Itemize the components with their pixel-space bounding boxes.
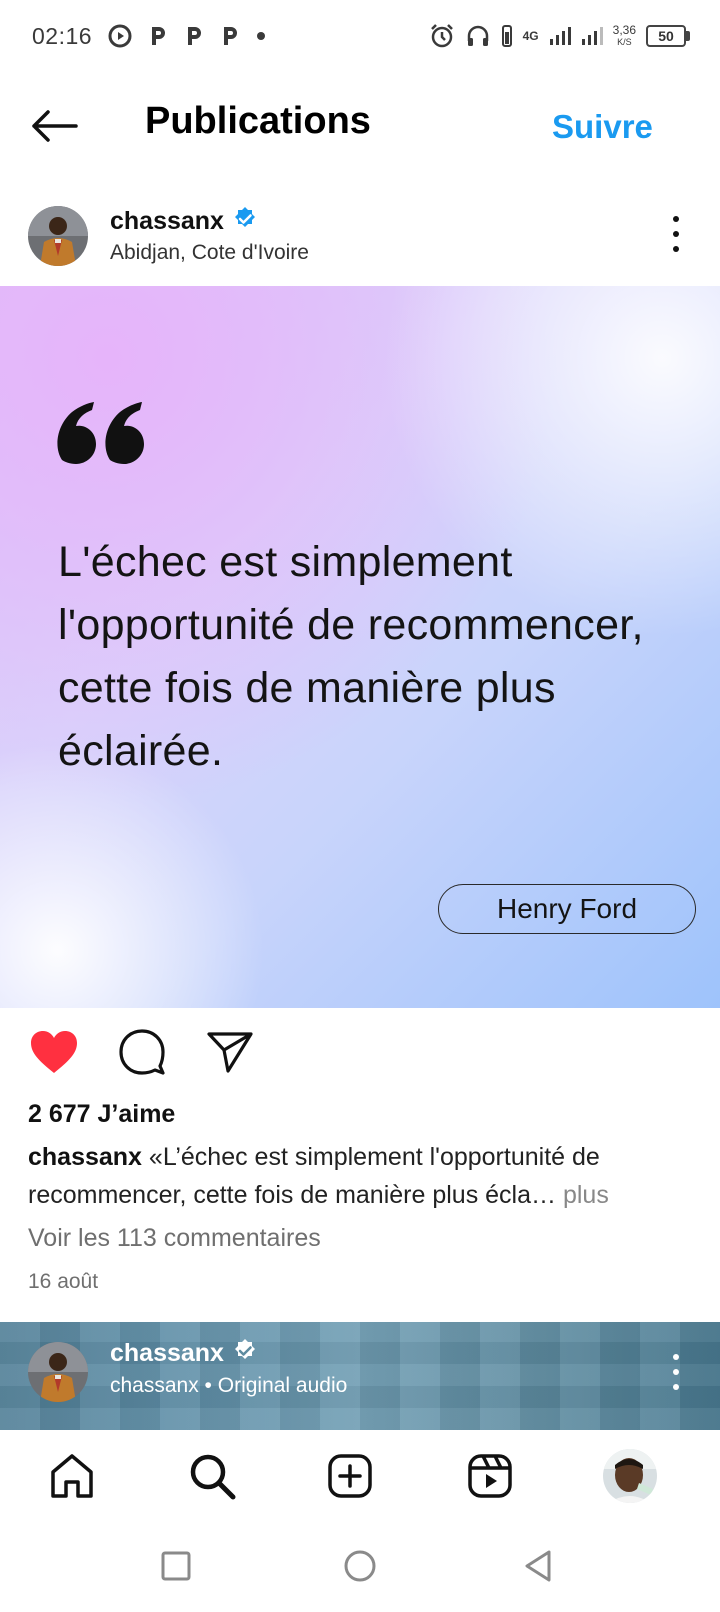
caption-more-link[interactable]: plus bbox=[563, 1181, 609, 1209]
send-icon bbox=[207, 1032, 253, 1073]
p-app-icon bbox=[148, 25, 168, 47]
recents-button[interactable] bbox=[156, 1546, 196, 1586]
status-right: 4G 3,36 K/S 50 bbox=[429, 23, 690, 49]
post-actions bbox=[0, 1026, 720, 1086]
follow-button[interactable]: Suivre bbox=[552, 108, 653, 146]
nav-home[interactable] bbox=[44, 1448, 100, 1504]
p-app-icon bbox=[220, 25, 240, 47]
post-header: chassanx Abidjan, Cote d'Ivoire bbox=[0, 196, 720, 286]
view-comments-link[interactable]: Voir les 113 commentaires bbox=[28, 1224, 321, 1253]
arrow-left-icon bbox=[32, 110, 78, 142]
caption-username[interactable]: chassanx bbox=[28, 1143, 142, 1171]
status-bar: 02:16 4G 3,36 K/S 50 bbox=[0, 0, 720, 72]
signal-icon bbox=[581, 26, 603, 46]
dot-icon bbox=[256, 31, 266, 41]
post-image[interactable]: L'échec est simplement l'opportunité de … bbox=[0, 286, 720, 1008]
app-header: Publications Suivre bbox=[0, 72, 720, 182]
headphones-icon bbox=[465, 23, 491, 49]
search-icon bbox=[190, 1454, 236, 1500]
page-title: Publications bbox=[145, 100, 371, 142]
battery-level: 50 bbox=[646, 25, 686, 47]
recents-square-icon bbox=[161, 1551, 191, 1581]
nav-reels[interactable] bbox=[462, 1448, 518, 1504]
speed-unit: K/S bbox=[617, 37, 632, 47]
back-button[interactable] bbox=[30, 106, 82, 146]
signal-icon bbox=[549, 26, 571, 46]
next-post-audio[interactable]: chassanx • Original audio bbox=[110, 1374, 347, 1398]
more-options-button[interactable] bbox=[668, 216, 684, 252]
comment-icon bbox=[119, 1029, 165, 1075]
heart-filled-icon bbox=[31, 1031, 77, 1073]
battery-icon: 50 bbox=[646, 25, 690, 47]
avatar[interactable] bbox=[28, 206, 88, 266]
next-post-header[interactable]: chassanx chassanx • Original audio bbox=[0, 1322, 720, 1430]
avatar[interactable] bbox=[28, 1342, 88, 1402]
like-count[interactable]: 2 677 J’aime bbox=[28, 1100, 175, 1129]
home-circle-icon bbox=[344, 1550, 376, 1582]
verified-badge-icon bbox=[232, 206, 258, 237]
quote-text: L'échec est simplement l'opportunité de … bbox=[58, 538, 644, 775]
next-post-username[interactable]: chassanx bbox=[110, 1339, 224, 1368]
next-more-options-button[interactable] bbox=[668, 1354, 684, 1390]
system-nav-bar bbox=[0, 1518, 720, 1612]
speed-value: 3,36 bbox=[612, 23, 636, 37]
verified-badge-icon bbox=[232, 1338, 258, 1369]
nav-profile[interactable] bbox=[602, 1448, 658, 1504]
like-button[interactable] bbox=[28, 1026, 80, 1078]
play-circle-icon bbox=[108, 24, 132, 48]
post-username[interactable]: chassanx bbox=[110, 207, 224, 236]
more-dots-icon bbox=[673, 216, 679, 222]
nav-search[interactable] bbox=[184, 1448, 240, 1504]
nav-create[interactable] bbox=[322, 1448, 378, 1504]
vibrate-icon bbox=[501, 24, 513, 48]
post-location[interactable]: Abidjan, Cote d'Ivoire bbox=[110, 241, 309, 265]
post-date: 16 août bbox=[28, 1270, 99, 1293]
back-system-button[interactable] bbox=[518, 1546, 558, 1586]
quote-author: Henry Ford bbox=[438, 884, 696, 934]
status-left: 02:16 bbox=[32, 23, 266, 50]
alarm-icon bbox=[429, 23, 455, 49]
status-time: 02:16 bbox=[32, 22, 93, 49]
reels-icon bbox=[468, 1454, 512, 1498]
network-type-label: 4G bbox=[522, 29, 539, 43]
network-speed: 3,36 K/S bbox=[613, 24, 636, 48]
post-caption: chassanx «L’échec est simplement l'oppor… bbox=[28, 1138, 688, 1214]
comment-button[interactable] bbox=[116, 1026, 168, 1078]
bottom-nav bbox=[0, 1430, 720, 1518]
back-triangle-icon bbox=[525, 1550, 551, 1582]
home-icon bbox=[51, 1454, 93, 1498]
share-button[interactable] bbox=[204, 1026, 256, 1078]
profile-avatar bbox=[603, 1449, 657, 1503]
quote-mark-icon bbox=[57, 402, 144, 464]
next-username-row: chassanx bbox=[110, 1338, 258, 1369]
p-app-icon bbox=[184, 25, 204, 47]
create-icon bbox=[328, 1454, 372, 1498]
home-system-button[interactable] bbox=[340, 1546, 380, 1586]
username-row: chassanx bbox=[110, 206, 258, 237]
